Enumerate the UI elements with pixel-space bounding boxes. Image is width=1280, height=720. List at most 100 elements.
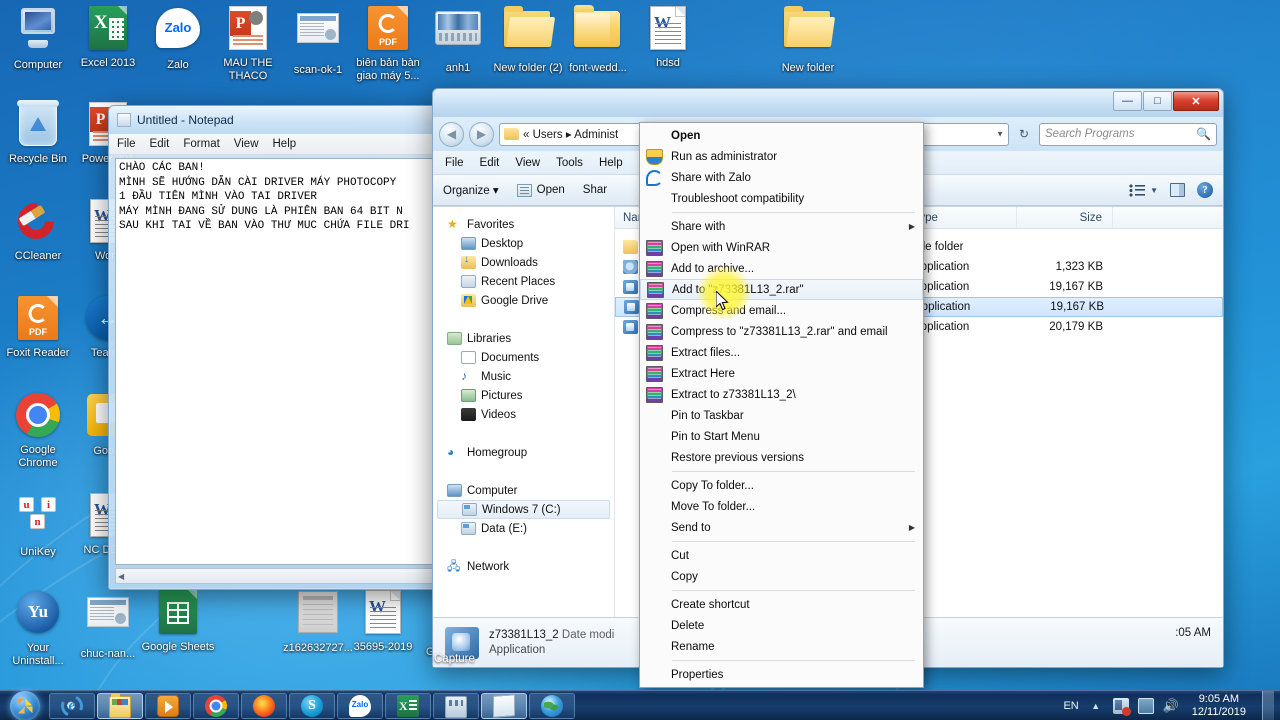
navigation-pane[interactable]: ★Favorites Desktop Downloads Recent Plac… <box>433 207 615 617</box>
desktop-icon-new-folder-2[interactable]: New folder (2) <box>490 4 566 75</box>
taskbar-button-zalo[interactable]: Zalo <box>337 692 383 719</box>
language-indicator[interactable]: EN <box>1063 700 1078 712</box>
menu-view[interactable]: View <box>515 157 540 169</box>
desktop-icon-bien-ban-ban-giao[interactable]: PDF biên bản bàn giao máy 5... <box>350 4 426 82</box>
desktop-icon-recycle-bin[interactable]: Recycle Bin <box>0 100 76 166</box>
desktop-icon-chuc-nan[interactable]: chuc-nan... <box>70 588 146 661</box>
menu-item-compress-and-email[interactable]: Compress and email... <box>640 300 923 321</box>
nav-videos[interactable]: Videos <box>433 405 614 424</box>
menu-item-cut[interactable]: Cut <box>640 545 923 566</box>
back-button[interactable]: ◀ <box>439 121 464 147</box>
taskbar-button-earth-browser[interactable] <box>529 692 575 719</box>
desktop-icon-zalo[interactable]: Zalo Zalo <box>140 4 216 72</box>
taskbar-button-media-player[interactable] <box>145 692 191 719</box>
nav-windows-7-c[interactable]: Windows 7 (C:) <box>437 500 610 519</box>
menu-item-move-to-folder[interactable]: Move To folder... <box>640 496 923 517</box>
maximize-button[interactable]: □ <box>1143 91 1172 111</box>
menu-item-add-to-archive[interactable]: Add to archive... <box>640 258 923 279</box>
desktop-icon-your-uninstaller[interactable]: Your Uninstall... <box>0 588 76 667</box>
nav-homegroup[interactable]: ◕ Homegroup <box>433 443 614 462</box>
nav-network[interactable]: 🖧 Network <box>433 557 614 576</box>
menu-help[interactable]: Help <box>599 157 623 169</box>
help-icon[interactable]: ? <box>1197 182 1213 198</box>
notepad-titlebar[interactable]: Untitled - Notepad <box>109 106 449 134</box>
nav-favorites[interactable]: ★ Favorites <box>433 215 614 234</box>
menu-item-send-to[interactable]: Send to ▶ <box>640 517 923 538</box>
taskbar-button-firefox[interactable] <box>241 692 287 719</box>
forward-button[interactable]: ▶ <box>469 121 494 147</box>
menu-item-compress-to-rar-and-email[interactable]: Compress to "z73381L13_2.rar" and email <box>640 321 923 342</box>
open-button[interactable]: Open <box>516 183 565 197</box>
nav-pictures[interactable]: Pictures <box>433 386 614 405</box>
desktop-icon-google-chrome[interactable]: Google Chrome <box>0 391 76 469</box>
taskbar-button-windows-explorer[interactable] <box>97 692 143 719</box>
menu-view[interactable]: View <box>234 138 259 150</box>
notepad-window[interactable]: Untitled - Notepad File Edit Format View… <box>108 105 450 590</box>
desktop-icon-new-folder[interactable]: New folder <box>770 4 846 75</box>
menu-item-add-to-rar[interactable]: Add to "z73381L13_2.rar" <box>640 279 923 300</box>
desktop-icon-ccleaner[interactable]: CCleaner <box>0 195 76 263</box>
search-input[interactable]: Search Programs 🔍 <box>1039 122 1217 146</box>
minimize-button[interactable]: — <box>1113 91 1142 111</box>
scroll-left-arrow[interactable]: ◀ <box>118 572 124 581</box>
menu-item-pin-to-taskbar[interactable]: Pin to Taskbar <box>640 405 923 426</box>
volume-icon[interactable]: 🔊 <box>1163 698 1179 714</box>
menu-item-troubleshoot-compatibility[interactable]: Troubleshoot compatibility <box>640 188 923 209</box>
taskbar[interactable]: Zalo EN ▲ 🔊 9:05 AM 12/11/2019 <box>0 690 1280 720</box>
window-controls[interactable]: — □ ✕ <box>1113 91 1219 111</box>
menu-item-rename[interactable]: Rename <box>640 636 923 657</box>
menu-item-properties[interactable]: Properties <box>640 664 923 685</box>
taskbar-button-notepad[interactable] <box>481 692 527 719</box>
preview-pane-icon[interactable] <box>1170 183 1185 197</box>
change-view-button[interactable]: ▼ <box>1129 183 1158 197</box>
notepad-menubar[interactable]: File Edit Format View Help <box>109 134 449 155</box>
close-button[interactable]: ✕ <box>1173 91 1219 111</box>
desktop-icon-excel-2013[interactable]: X Excel 2013 <box>70 4 146 70</box>
taskbar-button-control-panel[interactable] <box>433 692 479 719</box>
desktop-icon-font-wedd[interactable]: font-wedd... <box>560 4 636 75</box>
menu-item-extract-to-folder[interactable]: Extract to z73381L13_2\ <box>640 384 923 405</box>
desktop-icon-anh1[interactable]: anh1 <box>420 4 496 75</box>
taskbar-button-google-chrome[interactable] <box>193 692 239 719</box>
nav-google-drive[interactable]: Google Drive <box>433 291 614 310</box>
notepad-text-area[interactable]: CHÀO CÁC BAN! MÌNH SẼ HƯỚNG DẪN CÀI DRIV… <box>115 158 443 565</box>
menu-edit[interactable]: Edit <box>150 138 170 150</box>
desktop-icon-hdsd[interactable]: W hdsd <box>630 4 706 70</box>
chevron-down-icon[interactable]: ▼ <box>996 130 1004 139</box>
column-size[interactable]: Size <box>1017 207 1113 228</box>
menu-item-run-as-administrator[interactable]: Run as administrator <box>640 146 923 167</box>
desktop-icon-35695-2019[interactable]: W 35695-2019 <box>345 588 421 654</box>
menu-format[interactable]: Format <box>183 138 219 150</box>
menu-file[interactable]: File <box>445 157 464 169</box>
desktop-icon-mau-the-thaco[interactable]: P MAU THE THACO <box>210 4 286 82</box>
nav-data-e[interactable]: Data (E:) <box>433 519 614 538</box>
desktop-icon-unikey[interactable]: uin UniKey <box>0 491 76 559</box>
explorer-titlebar[interactable]: — □ ✕ <box>433 89 1223 117</box>
desktop-icon-scan-ok-1[interactable]: scan-ok-1 <box>280 4 356 77</box>
menu-item-share-with-zalo[interactable]: Share with Zalo <box>640 167 923 188</box>
share-button[interactable]: Shar <box>583 184 607 196</box>
menu-item-copy-to-folder[interactable]: Copy To folder... <box>640 475 923 496</box>
menu-tools[interactable]: Tools <box>556 157 583 169</box>
menu-item-extract-files[interactable]: Extract files... <box>640 342 923 363</box>
organize-button[interactable]: Organize ▾ <box>443 183 499 197</box>
nav-music[interactable]: ♪ Music <box>433 367 614 386</box>
taskbar-button-excel[interactable] <box>385 692 431 719</box>
menu-item-share-with[interactable]: Share with ▶ <box>640 216 923 237</box>
nav-downloads[interactable]: Downloads <box>433 253 614 272</box>
menu-edit[interactable]: Edit <box>480 157 500 169</box>
show-desktop-button[interactable] <box>1262 690 1274 720</box>
refresh-icon[interactable]: ↻ <box>1014 127 1034 141</box>
menu-item-create-shortcut[interactable]: Create shortcut <box>640 594 923 615</box>
display-icon[interactable] <box>1137 697 1154 714</box>
desktop-icon-foxit-reader[interactable]: PDF Foxit Reader <box>0 294 76 360</box>
clock[interactable]: 9:05 AM 12/11/2019 <box>1188 693 1250 719</box>
nav-desktop[interactable]: Desktop <box>433 234 614 253</box>
menu-item-pin-to-start-menu[interactable]: Pin to Start Menu <box>640 426 923 447</box>
menu-item-open[interactable]: Open <box>640 125 923 146</box>
menu-file[interactable]: File <box>117 138 136 150</box>
menu-item-delete[interactable]: Delete <box>640 615 923 636</box>
desktop-icon-google-sheets[interactable]: Google Sheets <box>140 588 216 654</box>
taskbar-button-skype[interactable] <box>289 692 335 719</box>
menu-item-restore-previous-versions[interactable]: Restore previous versions <box>640 447 923 468</box>
